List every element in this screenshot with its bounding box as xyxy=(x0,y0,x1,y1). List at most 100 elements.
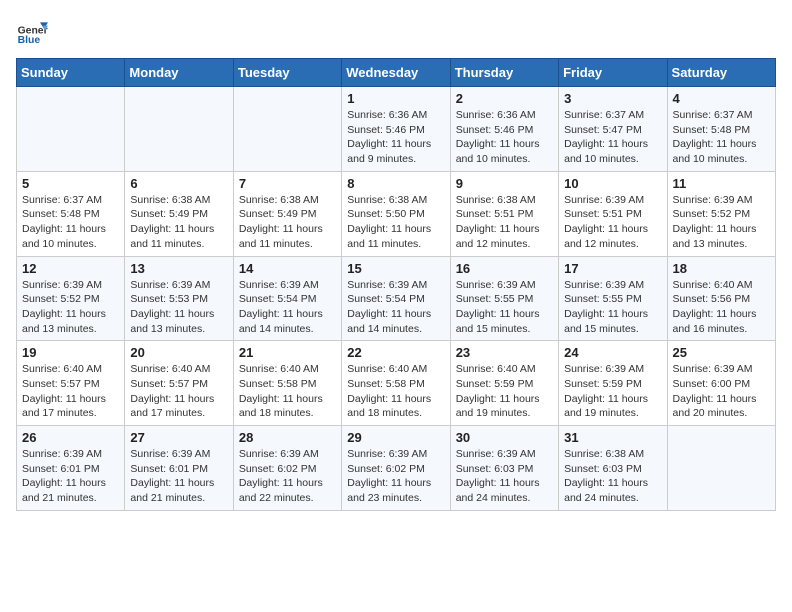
day-info: Sunrise: 6:38 AMSunset: 5:50 PMDaylight:… xyxy=(347,193,444,252)
logo: General Blue xyxy=(16,16,48,48)
logo-icon: General Blue xyxy=(16,16,48,48)
day-number: 9 xyxy=(456,176,553,191)
day-header-sunday: Sunday xyxy=(17,59,125,87)
day-cell: 6 Sunrise: 6:38 AMSunset: 5:49 PMDaylight… xyxy=(125,171,233,256)
day-cell: 30 Sunrise: 6:39 AMSunset: 6:03 PMDayligh… xyxy=(450,426,558,511)
calendar-table: SundayMondayTuesdayWednesdayThursdayFrid… xyxy=(16,58,776,511)
day-cell: 17 Sunrise: 6:39 AMSunset: 5:55 PMDayligh… xyxy=(559,256,667,341)
day-number: 11 xyxy=(673,176,770,191)
day-info: Sunrise: 6:38 AMSunset: 5:49 PMDaylight:… xyxy=(130,193,227,252)
day-cell: 28 Sunrise: 6:39 AMSunset: 6:02 PMDayligh… xyxy=(233,426,341,511)
day-cell: 1 Sunrise: 6:36 AMSunset: 5:46 PMDaylight… xyxy=(342,87,450,172)
day-info: Sunrise: 6:39 AMSunset: 6:01 PMDaylight:… xyxy=(130,447,227,506)
day-info: Sunrise: 6:39 AMSunset: 6:03 PMDaylight:… xyxy=(456,447,553,506)
day-cell: 21 Sunrise: 6:40 AMSunset: 5:58 PMDayligh… xyxy=(233,341,341,426)
day-number: 1 xyxy=(347,91,444,106)
day-cell xyxy=(233,87,341,172)
day-info: Sunrise: 6:38 AMSunset: 5:49 PMDaylight:… xyxy=(239,193,336,252)
day-info: Sunrise: 6:37 AMSunset: 5:47 PMDaylight:… xyxy=(564,108,661,167)
day-cell: 9 Sunrise: 6:38 AMSunset: 5:51 PMDaylight… xyxy=(450,171,558,256)
day-header-thursday: Thursday xyxy=(450,59,558,87)
day-number: 31 xyxy=(564,430,661,445)
day-cell: 11 Sunrise: 6:39 AMSunset: 5:52 PMDayligh… xyxy=(667,171,775,256)
day-cell: 19 Sunrise: 6:40 AMSunset: 5:57 PMDayligh… xyxy=(17,341,125,426)
day-cell: 3 Sunrise: 6:37 AMSunset: 5:47 PMDaylight… xyxy=(559,87,667,172)
day-number: 8 xyxy=(347,176,444,191)
day-cell: 5 Sunrise: 6:37 AMSunset: 5:48 PMDaylight… xyxy=(17,171,125,256)
day-cell: 10 Sunrise: 6:39 AMSunset: 5:51 PMDayligh… xyxy=(559,171,667,256)
day-info: Sunrise: 6:40 AMSunset: 5:58 PMDaylight:… xyxy=(347,362,444,421)
day-number: 23 xyxy=(456,345,553,360)
day-header-wednesday: Wednesday xyxy=(342,59,450,87)
week-row-4: 19 Sunrise: 6:40 AMSunset: 5:57 PMDayligh… xyxy=(17,341,776,426)
day-number: 17 xyxy=(564,261,661,276)
day-number: 24 xyxy=(564,345,661,360)
calendar-header: SundayMondayTuesdayWednesdayThursdayFrid… xyxy=(17,59,776,87)
day-number: 5 xyxy=(22,176,119,191)
day-number: 26 xyxy=(22,430,119,445)
day-number: 10 xyxy=(564,176,661,191)
day-info: Sunrise: 6:39 AMSunset: 6:02 PMDaylight:… xyxy=(347,447,444,506)
day-number: 30 xyxy=(456,430,553,445)
day-cell xyxy=(667,426,775,511)
day-number: 12 xyxy=(22,261,119,276)
day-number: 4 xyxy=(673,91,770,106)
days-of-week-row: SundayMondayTuesdayWednesdayThursdayFrid… xyxy=(17,59,776,87)
day-number: 20 xyxy=(130,345,227,360)
day-cell: 22 Sunrise: 6:40 AMSunset: 5:58 PMDayligh… xyxy=(342,341,450,426)
day-info: Sunrise: 6:40 AMSunset: 5:56 PMDaylight:… xyxy=(673,278,770,337)
day-cell: 4 Sunrise: 6:37 AMSunset: 5:48 PMDaylight… xyxy=(667,87,775,172)
day-number: 7 xyxy=(239,176,336,191)
day-number: 21 xyxy=(239,345,336,360)
day-info: Sunrise: 6:39 AMSunset: 5:52 PMDaylight:… xyxy=(22,278,119,337)
day-info: Sunrise: 6:40 AMSunset: 5:57 PMDaylight:… xyxy=(22,362,119,421)
day-cell: 16Sunrise: 6:39 AMSunset: 5:55 PMDayligh… xyxy=(450,256,558,341)
day-info: Sunrise: 6:36 AMSunset: 5:46 PMDaylight:… xyxy=(347,108,444,167)
week-row-5: 26 Sunrise: 6:39 AMSunset: 6:01 PMDayligh… xyxy=(17,426,776,511)
day-number: 25 xyxy=(673,345,770,360)
day-number: 6 xyxy=(130,176,227,191)
day-cell: 13Sunrise: 6:39 AMSunset: 5:53 PMDayligh… xyxy=(125,256,233,341)
day-number: 13 xyxy=(130,261,227,276)
week-row-3: 12 Sunrise: 6:39 AMSunset: 5:52 PMDayligh… xyxy=(17,256,776,341)
day-number: 14 xyxy=(239,261,336,276)
day-number: 29 xyxy=(347,430,444,445)
day-cell: 12 Sunrise: 6:39 AMSunset: 5:52 PMDayligh… xyxy=(17,256,125,341)
svg-text:Blue: Blue xyxy=(18,35,41,46)
day-info: Sunrise: 6:39 AMSunset: 5:55 PMDaylight:… xyxy=(564,278,661,337)
day-cell: 27Sunrise: 6:39 AMSunset: 6:01 PMDayligh… xyxy=(125,426,233,511)
day-cell: 18 Sunrise: 6:40 AMSunset: 5:56 PMDayligh… xyxy=(667,256,775,341)
day-info: Sunrise: 6:39 AMSunset: 6:02 PMDaylight:… xyxy=(239,447,336,506)
day-header-friday: Friday xyxy=(559,59,667,87)
day-cell: 26 Sunrise: 6:39 AMSunset: 6:01 PMDayligh… xyxy=(17,426,125,511)
day-number: 18 xyxy=(673,261,770,276)
day-number: 2 xyxy=(456,91,553,106)
day-cell: 7 Sunrise: 6:38 AMSunset: 5:49 PMDaylight… xyxy=(233,171,341,256)
day-info: Sunrise: 6:38 AMSunset: 5:51 PMDaylight:… xyxy=(456,193,553,252)
page-header: General Blue xyxy=(16,16,776,48)
day-number: 19 xyxy=(22,345,119,360)
day-info: Sunrise: 6:39 AMSunset: 5:52 PMDaylight:… xyxy=(673,193,770,252)
day-header-monday: Monday xyxy=(125,59,233,87)
day-info: Sunrise: 6:39 AMSunset: 6:00 PMDaylight:… xyxy=(673,362,770,421)
day-header-saturday: Saturday xyxy=(667,59,775,87)
day-info: Sunrise: 6:39 AMSunset: 5:59 PMDaylight:… xyxy=(564,362,661,421)
day-number: 3 xyxy=(564,91,661,106)
day-info: Sunrise: 6:39 AMSunset: 6:01 PMDaylight:… xyxy=(22,447,119,506)
day-number: 22 xyxy=(347,345,444,360)
day-info: Sunrise: 6:39 AMSunset: 5:51 PMDaylight:… xyxy=(564,193,661,252)
day-cell: 29 Sunrise: 6:39 AMSunset: 6:02 PMDayligh… xyxy=(342,426,450,511)
day-info: Sunrise: 6:39 AMSunset: 5:54 PMDaylight:… xyxy=(347,278,444,337)
day-info: Sunrise: 6:39 AMSunset: 5:55 PMDaylight:… xyxy=(456,278,553,337)
day-info: Sunrise: 6:40 AMSunset: 5:57 PMDaylight:… xyxy=(130,362,227,421)
day-cell: 31Sunrise: 6:38 AMSunset: 6:03 PMDayligh… xyxy=(559,426,667,511)
day-number: 28 xyxy=(239,430,336,445)
day-cell xyxy=(125,87,233,172)
day-cell: 15Sunrise: 6:39 AMSunset: 5:54 PMDayligh… xyxy=(342,256,450,341)
day-info: Sunrise: 6:40 AMSunset: 5:58 PMDaylight:… xyxy=(239,362,336,421)
day-info: Sunrise: 6:39 AMSunset: 5:54 PMDaylight:… xyxy=(239,278,336,337)
day-cell: 23Sunrise: 6:40 AMSunset: 5:59 PMDayligh… xyxy=(450,341,558,426)
day-info: Sunrise: 6:37 AMSunset: 5:48 PMDaylight:… xyxy=(673,108,770,167)
calendar-body: 1 Sunrise: 6:36 AMSunset: 5:46 PMDaylight… xyxy=(17,87,776,511)
day-info: Sunrise: 6:37 AMSunset: 5:48 PMDaylight:… xyxy=(22,193,119,252)
